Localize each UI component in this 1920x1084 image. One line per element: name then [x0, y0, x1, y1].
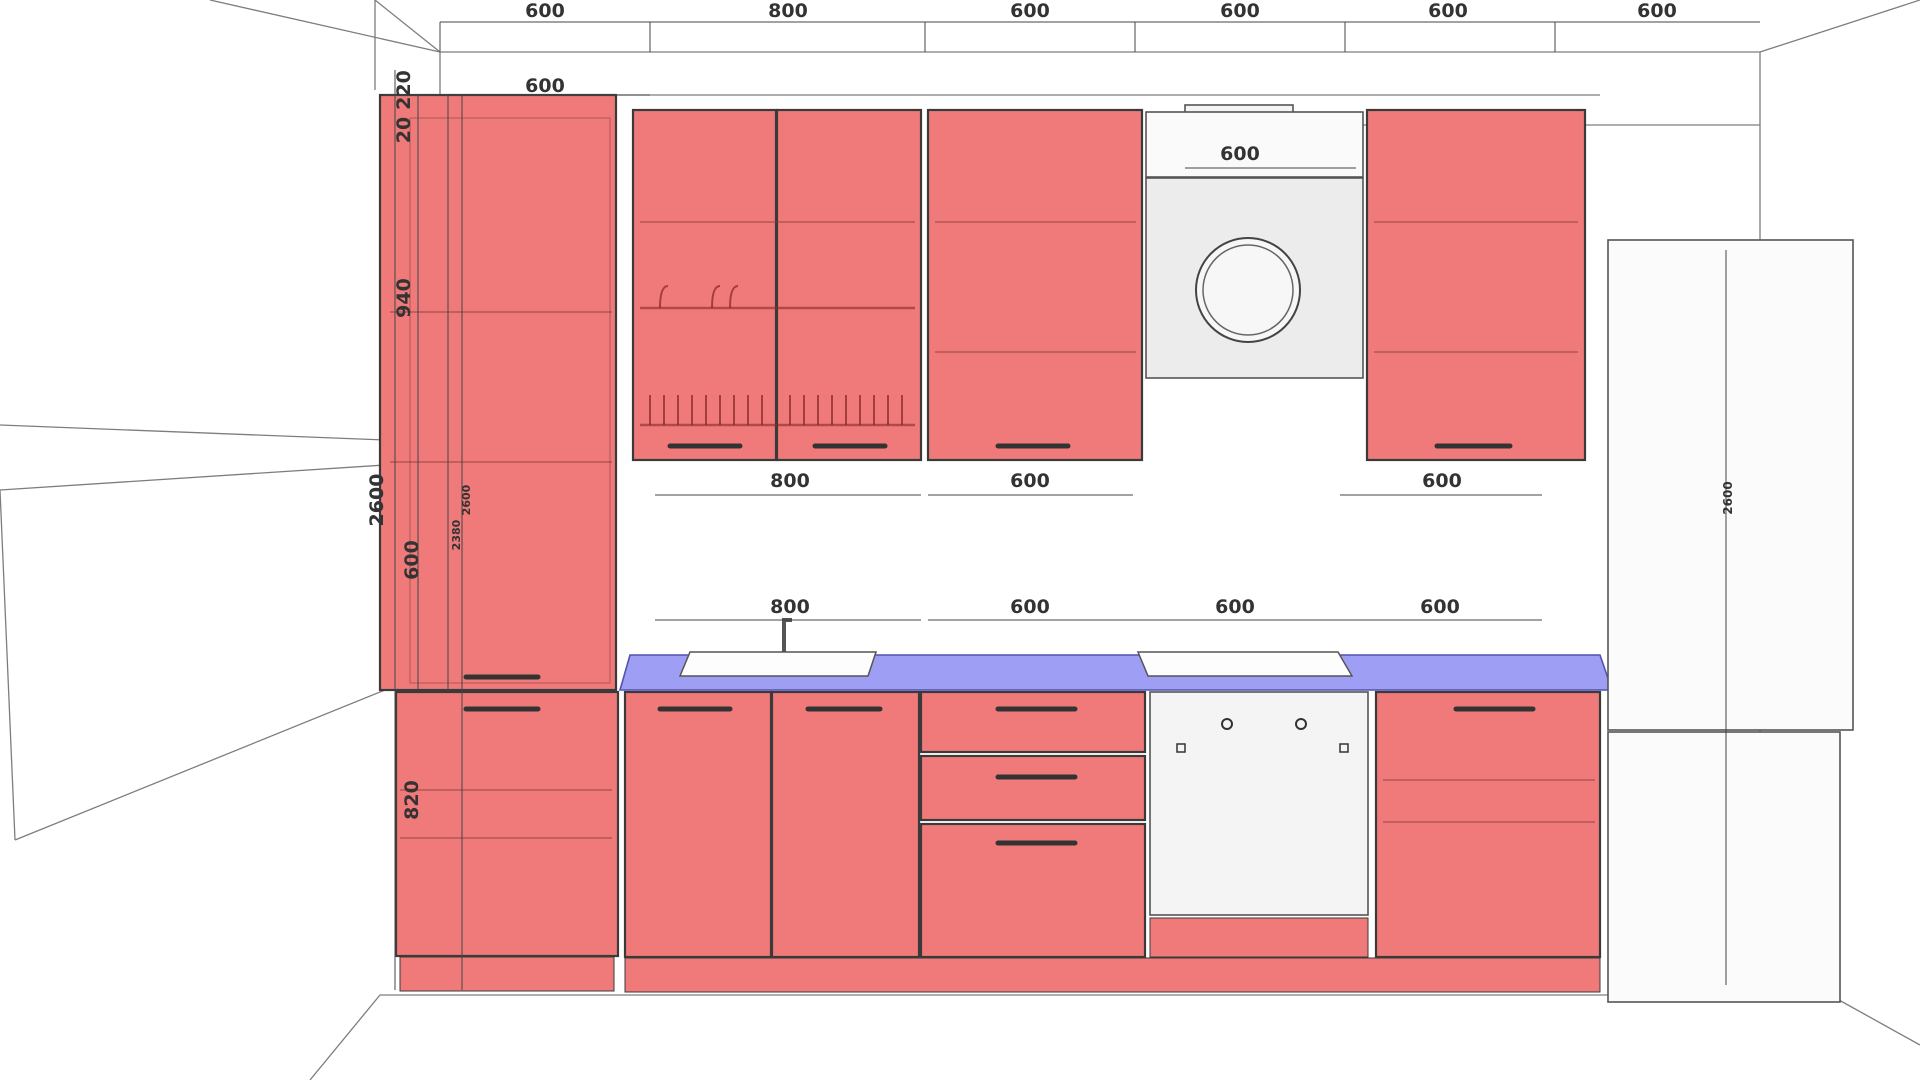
- lower-width-1: 800: [770, 596, 810, 618]
- countertop: [618, 618, 1614, 691]
- sink: [678, 651, 878, 677]
- upper-cabinets: [631, 108, 1587, 462]
- upper-width-1: 800: [770, 470, 810, 492]
- hood-width: 600: [1220, 143, 1260, 165]
- tall-dim-20: 20: [393, 117, 415, 143]
- tall-dim-600: 600: [401, 540, 423, 580]
- lower-cabinets: [623, 690, 1602, 993]
- fridge-height: 2600: [1721, 481, 1735, 514]
- lower-width-3: 600: [1215, 596, 1255, 618]
- top-width-2: 800: [768, 0, 808, 22]
- refrigerator: [1607, 239, 1854, 1003]
- tall-width: 600: [525, 75, 565, 97]
- top-width-4: 600: [1220, 0, 1260, 22]
- faucet: [782, 618, 792, 652]
- kitchen-svg: 600 800 600 600 600 600 600 220 20 940 6…: [0, 0, 1920, 1081]
- tall-dim-220: 220: [393, 70, 415, 110]
- tall-dim-940: 940: [393, 278, 415, 318]
- upper-width-3: 600: [1422, 470, 1462, 492]
- upper-width-2: 600: [1010, 470, 1050, 492]
- built-in-oven: [1149, 691, 1369, 916]
- cooktop: [1136, 651, 1354, 677]
- kitchen-elevation-drawing: 600 800 600 600 600 600 600 220 20 940 6…: [0, 0, 1920, 1081]
- lower-width-4: 600: [1420, 596, 1460, 618]
- lower-width-2: 600: [1010, 596, 1050, 618]
- top-width-3: 600: [1010, 0, 1050, 22]
- hood-round-panel: [1195, 237, 1301, 343]
- tall-dim-820: 820: [401, 780, 423, 820]
- tall-dim-2380: 2380: [450, 519, 463, 550]
- total-height: 2600: [366, 474, 388, 527]
- top-width-6: 600: [1637, 0, 1677, 22]
- top-width-1: 600: [525, 0, 565, 22]
- top-width-5: 600: [1428, 0, 1468, 22]
- tall-dim-2600-inner: 2600: [460, 484, 473, 515]
